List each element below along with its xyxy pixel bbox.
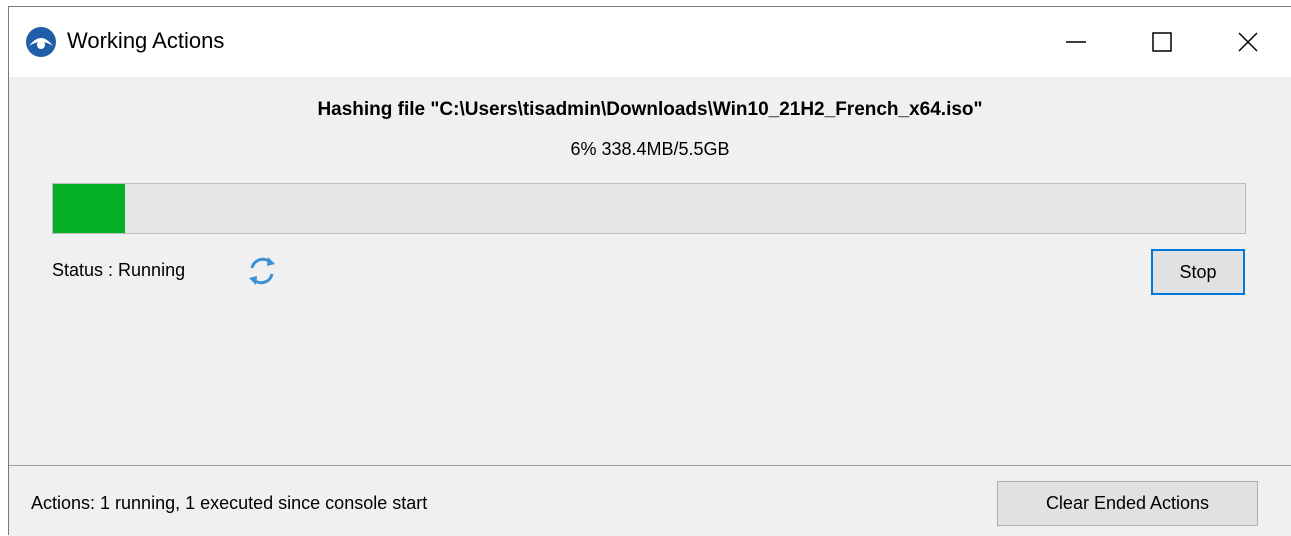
app-logo-icon (26, 27, 56, 57)
status-label: Status : Running (52, 260, 186, 280)
refresh-spinner-icon (249, 257, 275, 285)
minimize-icon (1066, 41, 1086, 43)
action-heading: Hashing file "C:\Users\tisadmin\Download… (317, 99, 983, 120)
actions-summary: Actions: 1 running, 1 executed since con… (31, 493, 428, 513)
stop-button[interactable]: Stop (1151, 249, 1245, 295)
maximize-button[interactable] (1119, 7, 1205, 77)
window-title: Working Actions (67, 28, 225, 53)
clear-ended-actions-button[interactable]: Clear Ended Actions (997, 481, 1258, 526)
title-bar[interactable]: Working Actions (9, 7, 1291, 77)
working-actions-window: Working Actions Hashing file "C:\Users\t… (8, 6, 1291, 536)
progress-bar-fill (53, 184, 125, 233)
status-footer: Actions: 1 running, 1 executed since con… (9, 465, 1291, 536)
action-panel: Hashing file "C:\Users\tisadmin\Download… (9, 77, 1291, 465)
close-icon (1238, 32, 1258, 52)
progress-bar (52, 183, 1246, 234)
minimize-button[interactable] (1033, 7, 1119, 77)
close-button[interactable] (1205, 7, 1291, 77)
maximize-icon (1152, 32, 1172, 52)
progress-text: 6% 338.4MB/5.5GB (570, 139, 730, 159)
